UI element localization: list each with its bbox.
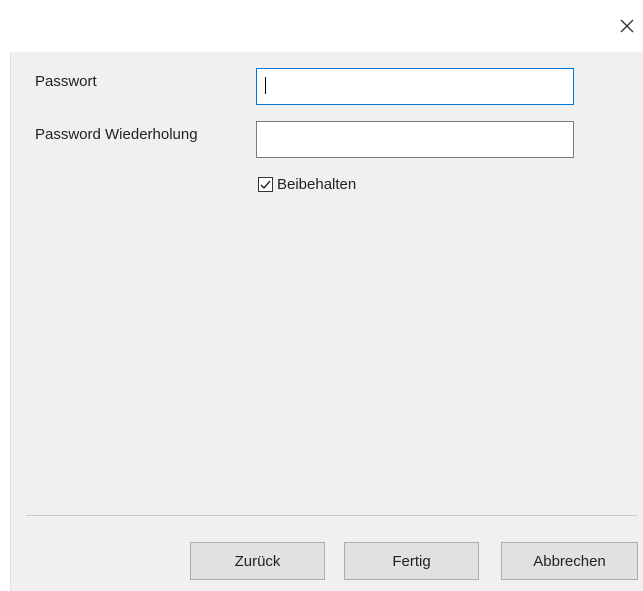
password-repeat-field[interactable]	[256, 121, 574, 158]
keep-checkbox-label: Beibehalten	[277, 176, 357, 193]
checkmark-icon	[260, 180, 271, 190]
text-caret	[265, 77, 266, 94]
close-button[interactable]	[615, 14, 639, 38]
keep-checkbox-row[interactable]: Beibehalten	[258, 176, 356, 193]
finish-button[interactable]: Fertig	[344, 542, 479, 580]
keep-checkbox[interactable]	[258, 177, 273, 192]
password-field[interactable]	[256, 68, 574, 105]
close-icon	[620, 19, 634, 33]
dialog-window: Passwort Password Wiederholung Beibehalt…	[0, 0, 643, 591]
password-repeat-label: Password Wiederholung	[35, 126, 198, 143]
title-bar	[0, 0, 643, 52]
password-label: Passwort	[35, 73, 97, 90]
back-button[interactable]: Zurück	[190, 542, 325, 580]
cancel-button[interactable]: Abbrechen	[501, 542, 638, 580]
footer-divider	[26, 515, 637, 516]
